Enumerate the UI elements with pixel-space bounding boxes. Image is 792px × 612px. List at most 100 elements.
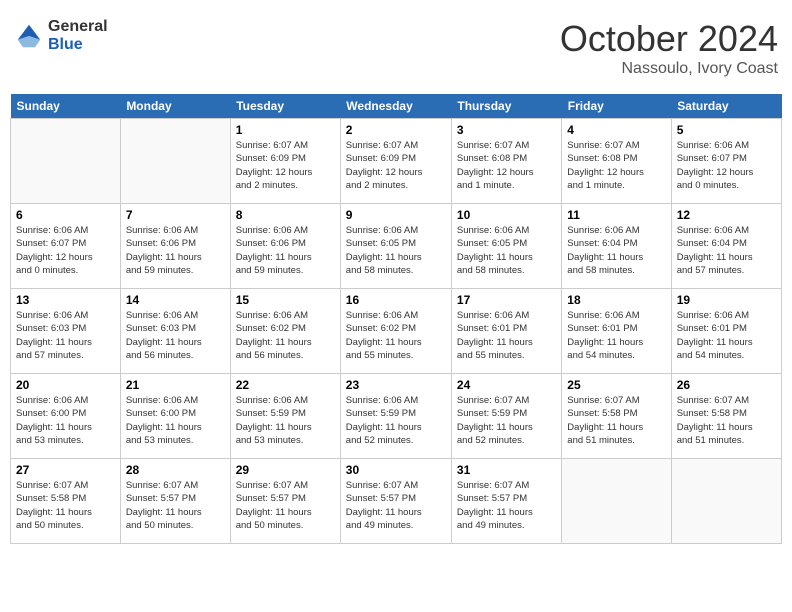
day-number: 28 bbox=[126, 463, 225, 477]
day-info: Sunrise: 6:06 AM Sunset: 6:00 PM Dayligh… bbox=[126, 394, 225, 447]
day-header-thursday: Thursday bbox=[451, 94, 561, 119]
calendar-cell: 3Sunrise: 6:07 AM Sunset: 6:08 PM Daylig… bbox=[451, 119, 561, 204]
calendar-cell: 2 Sunrise: 6:07 AM Sunset: 6:09 PM Daylig… bbox=[340, 119, 451, 204]
calendar-cell: 28 Sunrise: 6:07 AM Sunset: 5:57 PM Dayli… bbox=[120, 459, 230, 544]
week-row-4: 20 Sunrise: 6:06 AM Sunset: 6:00 PM Dayli… bbox=[11, 374, 782, 459]
calendar-cell: 12 Sunrise: 6:06 AM Sunset: 6:04 PM Dayli… bbox=[671, 204, 781, 289]
calendar-cell: 16Sunrise: 6:06 AM Sunset: 6:02 PM Dayli… bbox=[340, 289, 451, 374]
day-number: 29 bbox=[236, 463, 335, 477]
day-number: 25 bbox=[567, 378, 665, 392]
day-number: 15 bbox=[236, 293, 335, 307]
calendar-cell bbox=[120, 119, 230, 204]
calendar-cell: 30Sunrise: 6:07 AM Sunset: 5:57 PM Dayli… bbox=[340, 459, 451, 544]
day-number: 6 bbox=[16, 208, 115, 222]
day-info: Sunrise: 6:06 AM Sunset: 6:06 PM Dayligh… bbox=[236, 224, 335, 277]
day-header-monday: Monday bbox=[120, 94, 230, 119]
day-number: 1 bbox=[236, 123, 335, 137]
calendar-cell: 22 Sunrise: 6:06 AM Sunset: 5:59 PM Dayli… bbox=[230, 374, 340, 459]
calendar-cell: 7 Sunrise: 6:06 AM Sunset: 6:06 PM Daylig… bbox=[120, 204, 230, 289]
logo-icon bbox=[14, 21, 44, 51]
day-number: 30 bbox=[346, 463, 446, 477]
calendar-cell: 25 Sunrise: 6:07 AM Sunset: 5:58 PM Dayli… bbox=[562, 374, 671, 459]
calendar-cell bbox=[11, 119, 121, 204]
calendar-cell: 26 Sunrise: 6:07 AM Sunset: 5:58 PM Dayli… bbox=[671, 374, 781, 459]
calendar-cell: 21 Sunrise: 6:06 AM Sunset: 6:00 PM Dayli… bbox=[120, 374, 230, 459]
day-number: 10 bbox=[457, 208, 556, 222]
day-number: 21 bbox=[126, 378, 225, 392]
day-info: Sunrise: 6:07 AM Sunset: 6:09 PM Dayligh… bbox=[346, 139, 446, 192]
day-number: 31 bbox=[457, 463, 556, 477]
header-row: SundayMondayTuesdayWednesdayThursdayFrid… bbox=[11, 94, 782, 119]
day-header-tuesday: Tuesday bbox=[230, 94, 340, 119]
day-info: Sunrise: 6:07 AM Sunset: 5:58 PM Dayligh… bbox=[677, 394, 776, 447]
day-number: 18 bbox=[567, 293, 665, 307]
calendar-cell: 13Sunrise: 6:06 AM Sunset: 6:03 PM Dayli… bbox=[11, 289, 121, 374]
day-number: 16 bbox=[346, 293, 446, 307]
calendar-table: SundayMondayTuesdayWednesdayThursdayFrid… bbox=[10, 94, 782, 544]
calendar-cell bbox=[562, 459, 671, 544]
calendar-cell: 19Sunrise: 6:06 AM Sunset: 6:01 PM Dayli… bbox=[671, 289, 781, 374]
calendar-cell: 11 Sunrise: 6:06 AM Sunset: 6:04 PM Dayli… bbox=[562, 204, 671, 289]
day-info: Sunrise: 6:07 AM Sunset: 5:57 PM Dayligh… bbox=[457, 479, 556, 532]
day-number: 4 bbox=[567, 123, 665, 137]
week-row-3: 13Sunrise: 6:06 AM Sunset: 6:03 PM Dayli… bbox=[11, 289, 782, 374]
calendar-cell: 18 Sunrise: 6:06 AM Sunset: 6:01 PM Dayli… bbox=[562, 289, 671, 374]
calendar-cell bbox=[671, 459, 781, 544]
day-info: Sunrise: 6:07 AM Sunset: 6:08 PM Dayligh… bbox=[457, 139, 556, 192]
page-header: General Blue October 2024 Nassoulo, Ivor… bbox=[10, 10, 782, 86]
month-title: October 2024 bbox=[560, 18, 778, 60]
day-number: 12 bbox=[677, 208, 776, 222]
day-number: 24 bbox=[457, 378, 556, 392]
logo-general-label: General bbox=[48, 18, 108, 36]
day-info: Sunrise: 6:06 AM Sunset: 6:03 PM Dayligh… bbox=[126, 309, 225, 362]
day-number: 22 bbox=[236, 378, 335, 392]
day-number: 2 bbox=[346, 123, 446, 137]
day-number: 19 bbox=[677, 293, 776, 307]
day-info: Sunrise: 6:06 AM Sunset: 6:05 PM Dayligh… bbox=[346, 224, 446, 277]
calendar-cell: 14 Sunrise: 6:06 AM Sunset: 6:03 PM Dayli… bbox=[120, 289, 230, 374]
day-info: Sunrise: 6:06 AM Sunset: 6:02 PM Dayligh… bbox=[236, 309, 335, 362]
week-row-1: 1 Sunrise: 6:07 AM Sunset: 6:09 PM Daylig… bbox=[11, 119, 782, 204]
day-header-saturday: Saturday bbox=[671, 94, 781, 119]
calendar-cell: 31 Sunrise: 6:07 AM Sunset: 5:57 PM Dayli… bbox=[451, 459, 561, 544]
calendar-cell: 27 Sunrise: 6:07 AM Sunset: 5:58 PM Dayli… bbox=[11, 459, 121, 544]
day-number: 23 bbox=[346, 378, 446, 392]
day-number: 7 bbox=[126, 208, 225, 222]
calendar-cell: 20 Sunrise: 6:06 AM Sunset: 6:00 PM Dayli… bbox=[11, 374, 121, 459]
calendar-cell: 15 Sunrise: 6:06 AM Sunset: 6:02 PM Dayli… bbox=[230, 289, 340, 374]
day-number: 11 bbox=[567, 208, 665, 222]
day-info: Sunrise: 6:06 AM Sunset: 6:03 PM Dayligh… bbox=[16, 309, 115, 362]
day-info: Sunrise: 6:07 AM Sunset: 5:57 PM Dayligh… bbox=[236, 479, 335, 532]
day-info: Sunrise: 6:06 AM Sunset: 6:07 PM Dayligh… bbox=[677, 139, 776, 192]
day-number: 26 bbox=[677, 378, 776, 392]
day-info: Sunrise: 6:06 AM Sunset: 6:01 PM Dayligh… bbox=[457, 309, 556, 362]
calendar-cell: 23Sunrise: 6:06 AM Sunset: 5:59 PM Dayli… bbox=[340, 374, 451, 459]
day-number: 14 bbox=[126, 293, 225, 307]
calendar-cell: 29 Sunrise: 6:07 AM Sunset: 5:57 PM Dayli… bbox=[230, 459, 340, 544]
day-info: Sunrise: 6:06 AM Sunset: 5:59 PM Dayligh… bbox=[236, 394, 335, 447]
logo-text: General Blue bbox=[48, 18, 108, 53]
day-number: 9 bbox=[346, 208, 446, 222]
day-info: Sunrise: 6:06 AM Sunset: 6:06 PM Dayligh… bbox=[126, 224, 225, 277]
calendar-cell: 8Sunrise: 6:06 AM Sunset: 6:06 PM Daylig… bbox=[230, 204, 340, 289]
day-info: Sunrise: 6:07 AM Sunset: 6:09 PM Dayligh… bbox=[236, 139, 335, 192]
location-title: Nassoulo, Ivory Coast bbox=[560, 60, 778, 78]
day-info: Sunrise: 6:06 AM Sunset: 6:01 PM Dayligh… bbox=[567, 309, 665, 362]
day-info: Sunrise: 6:07 AM Sunset: 5:59 PM Dayligh… bbox=[457, 394, 556, 447]
day-info: Sunrise: 6:06 AM Sunset: 6:04 PM Dayligh… bbox=[567, 224, 665, 277]
calendar-cell: 1 Sunrise: 6:07 AM Sunset: 6:09 PM Daylig… bbox=[230, 119, 340, 204]
day-info: Sunrise: 6:07 AM Sunset: 5:58 PM Dayligh… bbox=[16, 479, 115, 532]
day-info: Sunrise: 6:07 AM Sunset: 5:57 PM Dayligh… bbox=[126, 479, 225, 532]
day-number: 27 bbox=[16, 463, 115, 477]
day-number: 20 bbox=[16, 378, 115, 392]
calendar-cell: 10 Sunrise: 6:06 AM Sunset: 6:05 PM Dayli… bbox=[451, 204, 561, 289]
day-info: Sunrise: 6:06 AM Sunset: 6:00 PM Dayligh… bbox=[16, 394, 115, 447]
day-header-sunday: Sunday bbox=[11, 94, 121, 119]
week-row-5: 27 Sunrise: 6:07 AM Sunset: 5:58 PM Dayli… bbox=[11, 459, 782, 544]
day-number: 17 bbox=[457, 293, 556, 307]
day-info: Sunrise: 6:06 AM Sunset: 6:05 PM Dayligh… bbox=[457, 224, 556, 277]
calendar-cell: 5Sunrise: 6:06 AM Sunset: 6:07 PM Daylig… bbox=[671, 119, 781, 204]
calendar-cell: 4Sunrise: 6:07 AM Sunset: 6:08 PM Daylig… bbox=[562, 119, 671, 204]
day-info: Sunrise: 6:07 AM Sunset: 5:58 PM Dayligh… bbox=[567, 394, 665, 447]
day-info: Sunrise: 6:06 AM Sunset: 6:04 PM Dayligh… bbox=[677, 224, 776, 277]
